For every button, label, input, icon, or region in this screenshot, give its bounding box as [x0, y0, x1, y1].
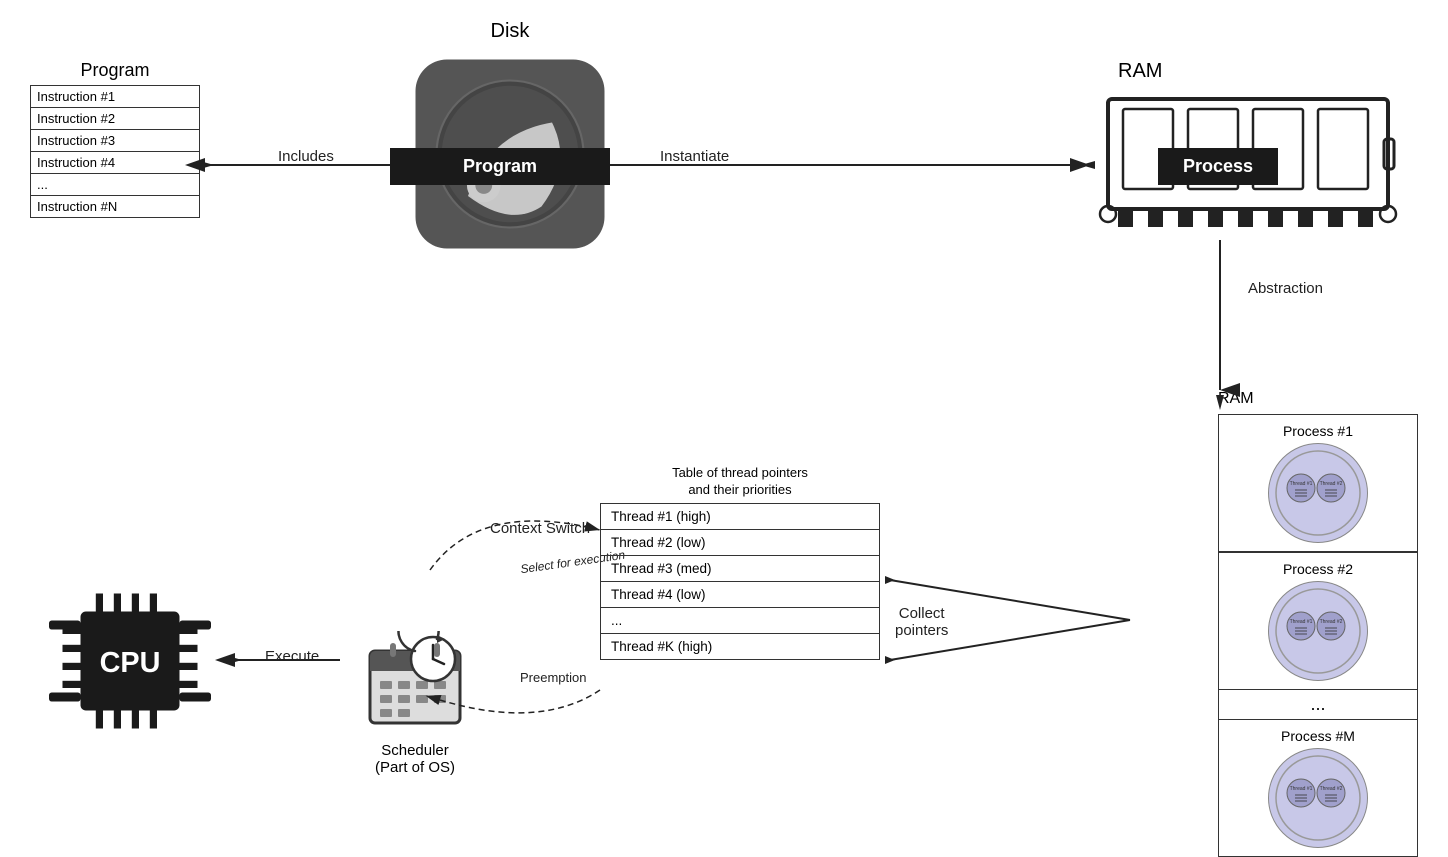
disk-title: Disk: [380, 20, 640, 43]
thread-row-2: Thread #2 (low): [601, 530, 879, 556]
thread-row-4: Thread #4 (low): [601, 582, 879, 608]
process-m-entry: Process #M Thread #1 Thread #2: [1218, 719, 1418, 857]
process-1-entry: Process #1 Thread #1 Thread #2: [1218, 414, 1418, 552]
instruction-1: Instruction #1: [31, 86, 199, 108]
scheduler-icon: [365, 631, 465, 731]
includes-arrowhead: [200, 161, 214, 169]
collect-pointers-label: Collect pointers: [895, 605, 948, 639]
execute-arrowhead: [228, 656, 242, 664]
context-switch-label: Context Switch: [490, 520, 590, 537]
scheduler-label: Scheduler(Part of OS): [340, 742, 490, 776]
thread-row-1: Thread #1 (high): [601, 504, 879, 530]
process-2-threads-icon: Thread #1 Thread #2: [1273, 586, 1363, 676]
ram-top-label: RAM: [1118, 60, 1418, 83]
instruction-3: Instruction #3: [31, 130, 199, 152]
cpu-section: CPU: [30, 571, 230, 756]
thread-table-section: Table of thread pointers and their prior…: [600, 465, 880, 660]
process-1-threads-icon: Thread #1 Thread #2: [1273, 448, 1363, 538]
process-1-circle: Thread #1 Thread #2: [1268, 443, 1368, 543]
execute-label: Execute: [265, 648, 319, 665]
thread-table: Thread #1 (high) Thread #2 (low) Thread …: [600, 503, 880, 660]
instantiate-label: Instantiate: [660, 148, 729, 165]
process-2-circle: Thread #1 Thread #2: [1268, 581, 1368, 681]
ram-top-section: RAM: [1078, 60, 1418, 234]
process-2-entry: Process #2 Thread #1 Thread #2: [1218, 552, 1418, 690]
instruction-n: Instruction #N: [31, 196, 199, 217]
program-table: Instruction #1 Instruction #2 Instructio…: [30, 85, 200, 218]
process-1-label: Process #1: [1223, 423, 1413, 439]
process-m-circle: Thread #1 Thread #2: [1268, 748, 1368, 848]
thread-row-3: Thread #3 (med): [601, 556, 879, 582]
process-dots: ...: [1218, 690, 1418, 719]
svg-text:Thread #1: Thread #1: [1290, 481, 1313, 487]
preemption-label: Preemption: [520, 670, 586, 685]
program-title: Program: [30, 60, 200, 81]
collect-arrowhead-2: [885, 656, 895, 664]
ram-bottom-label: RAM: [1218, 390, 1418, 408]
process-bar: Process: [1158, 148, 1278, 185]
instruction-2: Instruction #2: [31, 108, 199, 130]
instruction-4: Instruction #4: [31, 152, 199, 174]
svg-text:Thread #2: Thread #2: [1320, 481, 1343, 487]
thread-row-dots: ...: [601, 608, 879, 634]
program-bar: Program: [390, 148, 610, 185]
process-m-label: Process #M: [1223, 728, 1413, 744]
process-m-threads-icon: Thread #1 Thread #2: [1273, 753, 1363, 843]
includes-label: Includes: [278, 148, 334, 165]
diagram: Program Instruction #1 Instruction #2 In…: [0, 0, 1448, 836]
svg-text:Thread #2: Thread #2: [1320, 619, 1343, 625]
program-section: Program Instruction #1 Instruction #2 In…: [30, 60, 200, 218]
svg-text:Thread #1: Thread #1: [1290, 786, 1313, 792]
process-2-label: Process #2: [1223, 561, 1413, 577]
disk-section: Disk: [380, 20, 640, 264]
cpu-icon: CPU: [40, 571, 220, 751]
collect-arrowhead-1: [885, 576, 895, 584]
svg-text:Thread #2: Thread #2: [1320, 786, 1343, 792]
svg-text:CPU: CPU: [100, 647, 161, 679]
instruction-dots: ...: [31, 174, 199, 196]
abstraction-label: Abstraction: [1248, 280, 1323, 297]
process-list-section: RAM Process #1 Thread #1 Thread #2: [1218, 390, 1418, 857]
scheduler-section: Scheduler(Part of OS): [340, 631, 490, 776]
svg-text:Thread #1: Thread #1: [1290, 619, 1313, 625]
thread-row-k: Thread #K (high): [601, 634, 879, 659]
thread-table-title: Table of thread pointers and their prior…: [600, 465, 880, 499]
